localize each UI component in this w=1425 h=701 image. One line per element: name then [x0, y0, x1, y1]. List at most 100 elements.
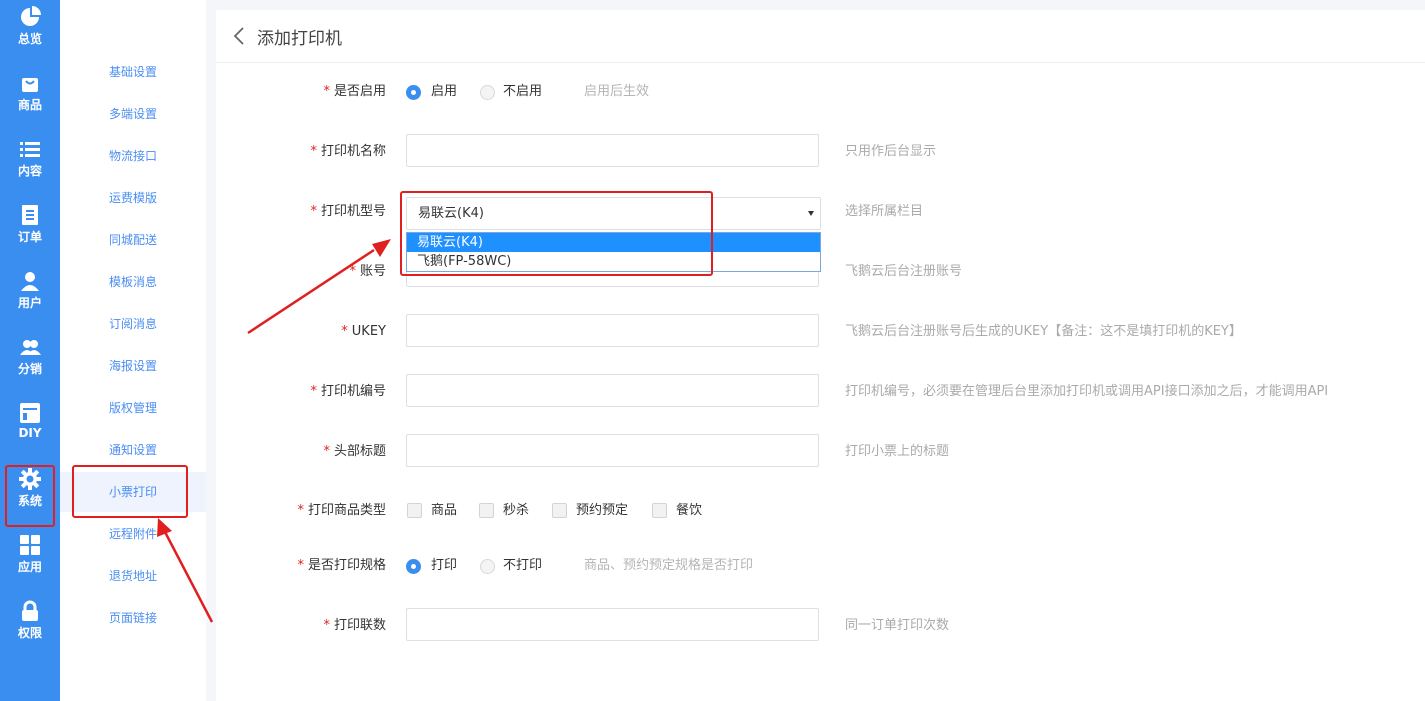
- submenu-item[interactable]: 基础设置: [60, 52, 206, 92]
- radio-label: 不打印: [503, 558, 543, 573]
- group-icon: [20, 340, 41, 355]
- rail-item-goods[interactable]: 商品: [0, 66, 60, 126]
- field-hint: 飞鹅云后台注册账号: [845, 264, 963, 279]
- ukey-input[interactable]: [406, 314, 819, 347]
- rail-item-label: 系统: [17, 494, 42, 508]
- system-submenu: 基础设置 多端设置 物流接口 运费模版 同城配送 模板消息 订阅消息 海报设置 …: [60, 0, 206, 701]
- catering-checkbox[interactable]: [652, 503, 667, 518]
- form-row-enable: * 是否启用 启用 不启用 启用后生效: [216, 74, 1425, 110]
- submenu-item[interactable]: 模板消息: [60, 262, 206, 302]
- form-row-header-title: * 头部标题 打印小票上的标题: [216, 434, 1425, 470]
- goods-type-checkbox[interactable]: [407, 503, 422, 518]
- field-label: UKEY: [351, 324, 386, 339]
- field-label: 打印机编号: [320, 384, 386, 399]
- enable-radio-off[interactable]: [480, 85, 495, 100]
- primary-nav-rail: 总览 商品 内容 订单 用户 分销 DIY 系统 应用 权限: [0, 0, 60, 701]
- form-row-goods-type: * 打印商品类型 商品 秒杀 预约预定 餐饮: [216, 493, 1425, 529]
- radio-label: 启用: [431, 84, 458, 99]
- layout-icon: [20, 403, 40, 423]
- checkbox-label: 餐饮: [676, 503, 703, 518]
- field-hint: 只用作后台显示: [845, 144, 937, 159]
- rail-item-users[interactable]: 用户: [0, 264, 60, 324]
- enable-radio-on[interactable]: [406, 85, 421, 100]
- submenu-item[interactable]: 物流接口: [60, 136, 206, 176]
- form-row-printer-name: * 打印机名称 只用作后台显示: [216, 134, 1425, 170]
- pie-chart-icon: [21, 6, 41, 26]
- submenu-item[interactable]: 运费模版: [60, 178, 206, 218]
- submenu-item[interactable]: 版权管理: [60, 388, 206, 428]
- form-row-print-spec: * 是否打印规格 打印 不打印 商品、预约预定规格是否打印: [216, 548, 1425, 584]
- field-label: 打印商品类型: [307, 503, 386, 518]
- printer-model-dropdown: 易联云(K4) 飞鹅(FP-58WC): [406, 232, 821, 272]
- rail-item-diy[interactable]: DIY: [0, 396, 60, 456]
- page-title: 添加打印机: [257, 29, 342, 49]
- rail-item-label: 用户: [17, 296, 42, 310]
- rail-item-overview[interactable]: 总览: [0, 0, 60, 60]
- checkbox-label: 预约预定: [576, 503, 629, 518]
- rail-item-label: 内容: [17, 164, 42, 178]
- gear-icon: [19, 468, 41, 490]
- printer-no-input[interactable]: [406, 374, 819, 407]
- field-hint: 商品、预约预定规格是否打印: [584, 558, 754, 573]
- rail-item-label: 应用: [17, 560, 42, 574]
- rail-item-content[interactable]: 内容: [0, 132, 60, 192]
- field-label: 头部标题: [333, 444, 386, 459]
- printer-name-input[interactable]: [406, 134, 819, 167]
- shopping-bag-icon: [22, 78, 38, 92]
- field-hint: 启用后生效: [584, 84, 650, 99]
- field-label: 打印联数: [333, 618, 386, 633]
- lock-icon: [22, 600, 38, 621]
- rail-item-label: 分销: [17, 362, 42, 376]
- radio-label: 不启用: [503, 84, 543, 99]
- radio-label: 打印: [431, 558, 458, 573]
- submenu-item[interactable]: 多端设置: [60, 94, 206, 134]
- rail-item-label: 订单: [17, 230, 42, 244]
- field-hint: 飞鹅云后台注册账号后生成的UKEY【备注：这不是填打印机的KEY】: [845, 324, 1242, 339]
- submenu-item[interactable]: 订阅消息: [60, 304, 206, 344]
- submenu-item[interactable]: 退货地址: [60, 556, 206, 596]
- field-hint: 选择所属栏目: [845, 204, 924, 219]
- rail-item-label: DIY: [18, 426, 42, 440]
- submenu-item[interactable]: 海报设置: [60, 346, 206, 386]
- dropdown-option[interactable]: 飞鹅(FP-58WC): [407, 252, 820, 271]
- user-icon: [21, 272, 39, 291]
- printer-model-select[interactable]: 易联云(K4): [406, 197, 821, 230]
- form-row-copies: * 打印联数 同一订单打印次数: [216, 608, 1425, 644]
- field-label: 是否启用: [333, 84, 386, 99]
- submenu-item[interactable]: 远程附件: [60, 514, 206, 554]
- page-header: 添加打印机: [216, 10, 1425, 63]
- select-value: 易联云(K4): [418, 206, 484, 221]
- reservation-checkbox[interactable]: [552, 503, 567, 518]
- rail-item-apps[interactable]: 应用: [0, 528, 60, 588]
- caret-down-icon: [808, 211, 814, 216]
- field-label: 账号: [359, 264, 386, 279]
- rail-item-distribution[interactable]: 分销: [0, 330, 60, 390]
- form-row-ukey: * UKEY 飞鹅云后台注册账号后生成的UKEY【备注：这不是填打印机的KEY】: [216, 314, 1425, 350]
- submenu-item[interactable]: 通知设置: [60, 430, 206, 470]
- rail-item-label: 权限: [17, 626, 42, 640]
- print-spec-radio-on[interactable]: [406, 559, 421, 574]
- header-title-input[interactable]: [406, 434, 819, 467]
- order-icon: [22, 205, 38, 225]
- print-spec-radio-off[interactable]: [480, 559, 495, 574]
- rail-item-label: 总览: [17, 32, 42, 46]
- rail-item-label: 商品: [17, 98, 42, 112]
- list-icon: [20, 142, 40, 157]
- checkbox-label: 商品: [431, 503, 458, 518]
- rail-item-system[interactable]: 系统: [0, 462, 60, 522]
- submenu-item[interactable]: 同城配送: [60, 220, 206, 260]
- field-label: 是否打印规格: [307, 558, 386, 573]
- submenu-item-receipt-print[interactable]: 小票打印: [60, 472, 206, 512]
- apps-grid-icon: [20, 535, 40, 555]
- field-hint: 打印小票上的标题: [845, 444, 950, 459]
- chevron-left-icon[interactable]: [232, 26, 246, 46]
- submenu-item[interactable]: 页面链接: [60, 598, 206, 638]
- field-hint: 打印机编号，必须要在管理后台里添加打印机或调用API接口添加之后，才能调用API: [845, 384, 1329, 399]
- rail-item-permissions[interactable]: 权限: [0, 594, 60, 654]
- rail-item-orders[interactable]: 订单: [0, 198, 60, 258]
- checkbox-label: 秒杀: [503, 503, 530, 518]
- dropdown-option[interactable]: 易联云(K4): [407, 233, 820, 252]
- field-label: 打印机型号: [320, 204, 386, 219]
- seckill-checkbox[interactable]: [479, 503, 494, 518]
- copies-input[interactable]: [406, 608, 819, 641]
